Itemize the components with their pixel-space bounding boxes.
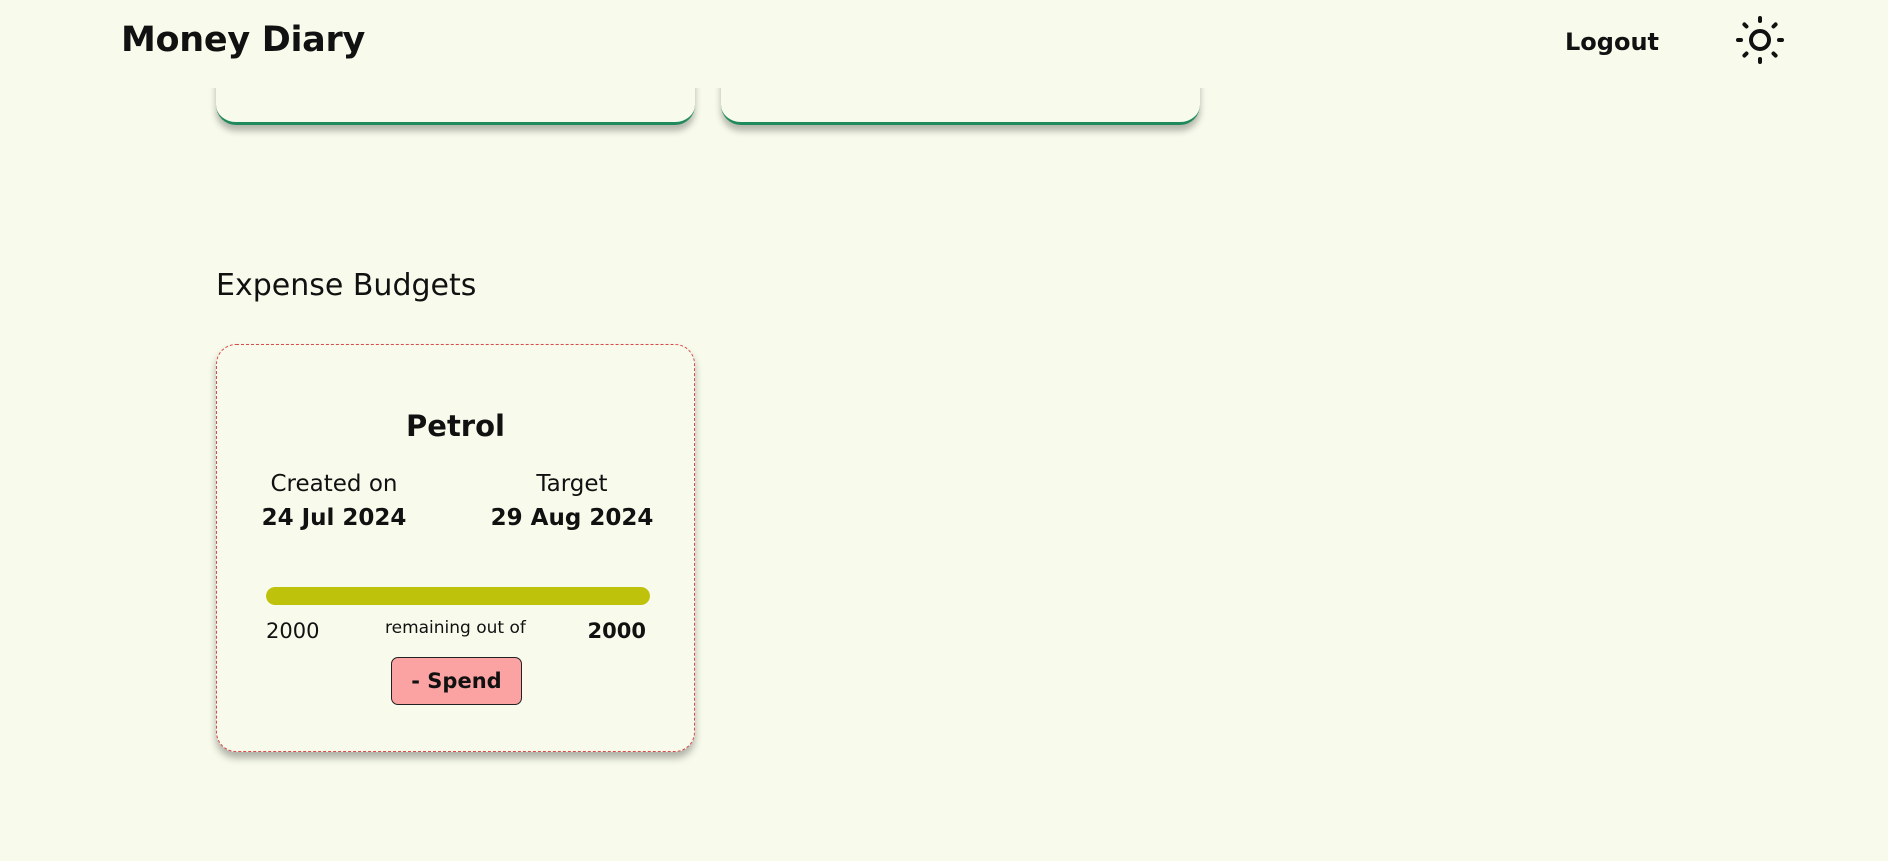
target-label: Target [536, 471, 608, 497]
budget-name: Petrol [406, 409, 505, 443]
section-title: Expense Budgets [216, 268, 477, 303]
remaining-amount: 2000 [266, 619, 320, 643]
target-date: 29 Aug 2024 [490, 505, 654, 531]
created-label: Created on [270, 471, 398, 497]
budget-progress-bar [266, 587, 650, 605]
budget-progress-fill [266, 587, 650, 605]
created-date: 24 Jul 2024 [261, 505, 407, 531]
total-amount: 2000 [587, 619, 646, 643]
sun-icon [1736, 16, 1784, 64]
logout-button[interactable]: Logout [1565, 28, 1659, 56]
spend-button[interactable]: - Spend [391, 657, 522, 705]
created-info: Created on 24 Jul 2024 [234, 473, 434, 530]
app-brand[interactable]: Money Diary [121, 20, 365, 60]
top-navbar: Money Diary Logout [0, 0, 1888, 88]
theme-toggle-button[interactable] [1735, 15, 1785, 65]
target-info: Target 29 Aug 2024 [472, 473, 672, 530]
budget-card: Petrol Created on 24 Jul 2024 Target 29 … [216, 344, 695, 752]
remaining-caption: remaining out of [385, 618, 526, 638]
